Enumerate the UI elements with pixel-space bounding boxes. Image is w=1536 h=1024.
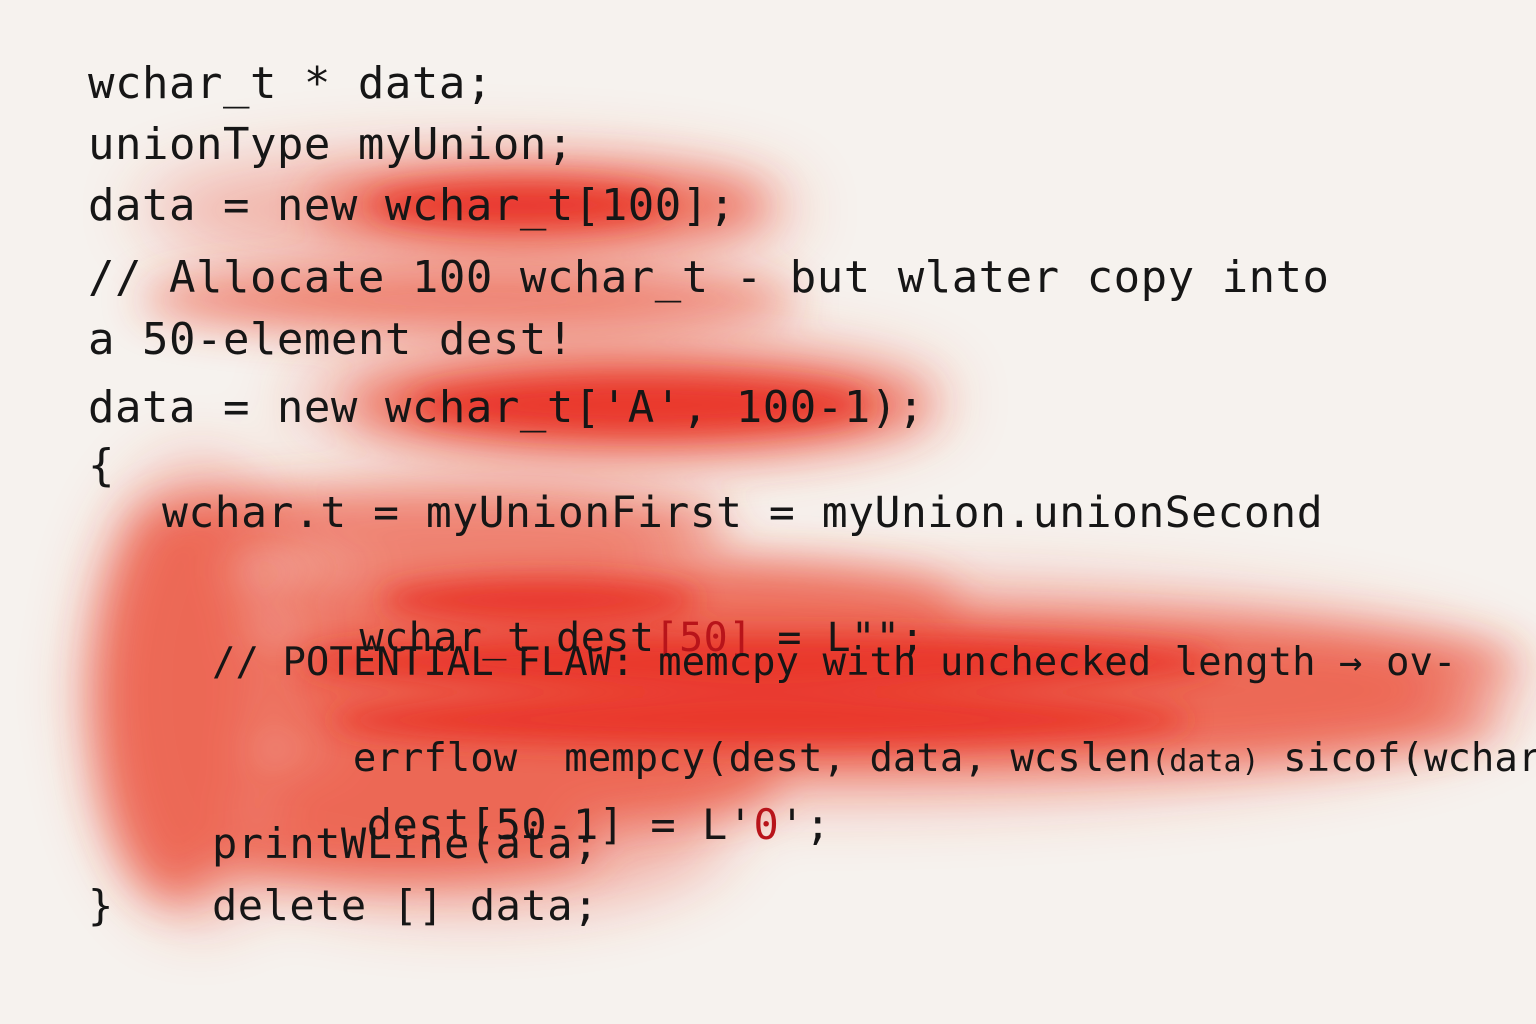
code-line-open-brace: { — [88, 440, 115, 491]
code-screenshot: wchar_t * data; unionType myUnion; data … — [0, 0, 1536, 1024]
code-token-memcpy-size: sicof(wchar_t) — [1283, 736, 1536, 781]
code-token-memcpy-arg: (data) — [1151, 744, 1260, 779]
code-line-declare-union: unionType myUnion; — [88, 119, 574, 170]
code-line-allocate-data: data = new wchar_t[100]; — [88, 180, 736, 231]
code-line-close-brace: } — [88, 881, 114, 930]
code-token-terminate-char: 0 — [753, 800, 780, 849]
code-line-flaw-comment: // POTENTIAL FLAW: memcpy with unchecked… — [212, 640, 1457, 685]
code-line-allocate-comment: // Allocate 100 wchar_t - but wlater cop… — [88, 252, 1330, 303]
code-line-allocate-comment-cont: a 50-element dest! — [88, 314, 574, 365]
code-line-reassign-data: data = new wchar_t['A', 100-1); — [88, 382, 925, 433]
code-line-print: printWLine(ata; — [212, 819, 599, 868]
code-line-delete-data: delete [] data; — [212, 881, 599, 930]
code-line-union-assign: wchar.t = myUnionFirst = myUnion.unionSe… — [162, 488, 1324, 538]
code-token-terminate-end: '; — [779, 800, 831, 849]
code-block: wchar_t * data; unionType myUnion; data … — [0, 0, 1536, 1024]
code-line-declare-data: wchar_t * data; — [88, 58, 493, 109]
